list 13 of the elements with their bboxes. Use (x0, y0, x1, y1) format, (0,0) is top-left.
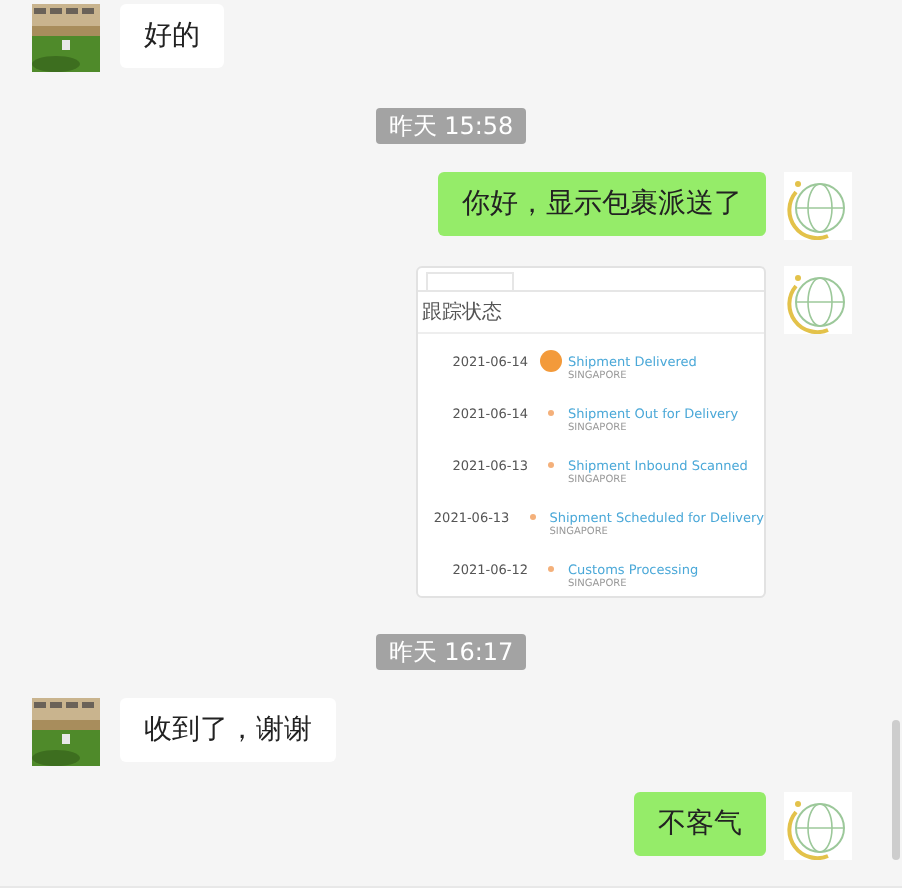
globe-logo-icon[interactable] (784, 266, 852, 334)
heading: 跟踪状态 (418, 292, 764, 334)
globe-logo-icon[interactable] (784, 172, 852, 240)
message-bubble[interactable]: 收到了，谢谢 (120, 698, 336, 762)
message-bubble[interactable]: 好的 (120, 4, 224, 68)
tab (426, 272, 514, 292)
message-bubble[interactable]: 你好，显示包裹派送了 (438, 172, 766, 236)
message-bubble[interactable]: 不客气 (634, 792, 766, 856)
timestamp: 昨天 16:17 (376, 634, 526, 670)
scrollbar[interactable] (892, 720, 900, 860)
timestamp: 昨天 15:58 (376, 108, 526, 144)
globe-logo-icon[interactable] (784, 792, 852, 860)
image-message[interactable] (416, 266, 766, 598)
